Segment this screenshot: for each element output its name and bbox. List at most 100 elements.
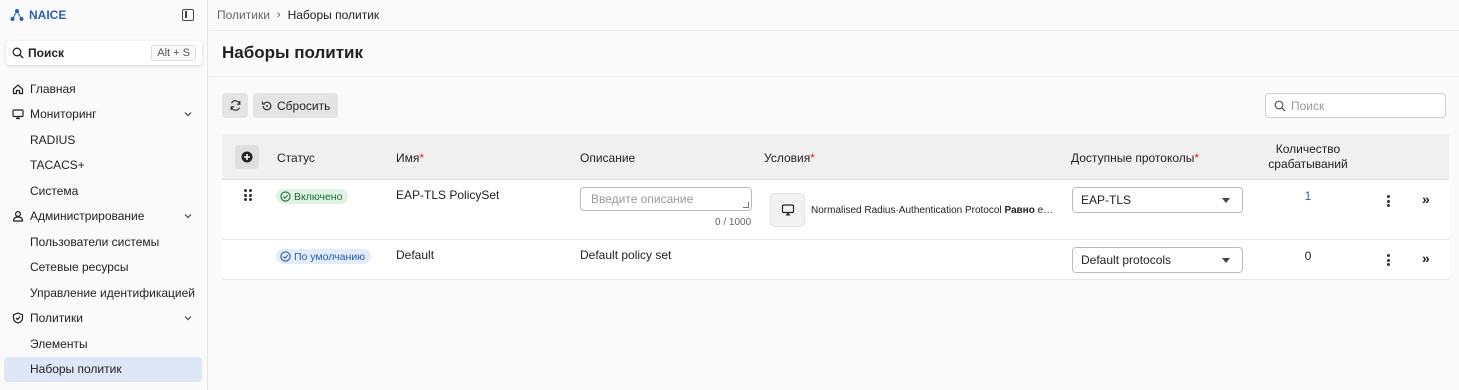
policy-set-name: EAP-TLS PolicySet [396,188,500,202]
check-circle-icon [280,251,291,262]
sidebar-item-label: Администрирование [30,209,145,224]
status-badge: Включено [276,189,349,204]
airplay-icon [781,204,794,216]
sidebar-item-network-resources[interactable]: Сетевые ресурсы [0,255,208,281]
column-header-hit-count: Количество срабатываний [1258,142,1358,172]
table-row[interactable]: Включено EAP-TLS PolicySet 0 / 1000 Norm… [222,180,1449,240]
sidebar-item-administration[interactable]: Администрирование [0,204,208,230]
expand-row-icon[interactable]: » [1422,250,1430,266]
sidebar-item-monitoring[interactable]: Мониторинг [0,102,208,128]
protocol-select[interactable]: EAP-TLS [1072,187,1243,213]
status-badge-label: Включено [294,190,343,203]
search-icon [12,47,24,59]
search-icon [1274,100,1286,111]
description-char-counter: 0 / 1000 [715,217,752,228]
condition-operator: Равно [1004,205,1035,216]
protocol-select[interactable]: Default protocols [1072,247,1243,273]
check-circle-icon [280,191,291,202]
sidebar-item-elements[interactable]: Элементы [0,331,208,357]
hit-count: 0 [1304,249,1312,263]
search-label: Поиск [28,46,65,60]
sidebar-item-label: Политики [30,311,83,326]
column-header-label: Доступные протоколы [1071,151,1195,165]
add-policy-set-button[interactable] [235,145,259,169]
dropdown-arrow-icon [1222,258,1230,263]
condition-value: e… [1037,205,1054,216]
sidebar-item-label: TACACS+ [30,158,85,173]
policy-sets-table: Статус Имя* Описание Условия* Доступные … [222,134,1449,280]
column-header-description: Описание [580,151,636,165]
condition-icon[interactable] [770,193,805,227]
sidebar-item-identity-management[interactable]: Управление идентификацией [0,280,208,306]
policy-set-name: Default [396,248,435,262]
table-search[interactable] [1265,93,1446,118]
sidebar-collapse-icon[interactable] [182,9,194,21]
breadcrumb: Политики › Наборы политик [209,0,1459,31]
column-header-protocols: Доступные протоколы* [1071,151,1199,165]
sidebar-item-system[interactable]: Система [0,178,208,204]
table-row[interactable]: По умолчанию Default Default policy set … [222,240,1449,280]
user-icon [12,211,24,222]
breadcrumb-current: Наборы политик [287,8,380,22]
search-shortcut: Alt + S [151,45,196,61]
description-field[interactable] [580,187,752,211]
sidebar-item-label: Главная [30,81,76,96]
required-mark: * [419,151,425,165]
sidebar-item-policies[interactable]: Политики [0,306,208,332]
sidebar-item-label: RADIUS [30,132,76,147]
refresh-icon [230,100,240,111]
column-header-status: Статус [277,151,315,165]
sidebar: NAICE Поиск Alt + S Главная Мониторинг R… [0,0,208,390]
refresh-button[interactable] [222,93,248,118]
reset-icon [261,101,272,110]
shield-icon [12,312,24,324]
breadcrumb-link-policies[interactable]: Политики [217,8,270,22]
expand-row-icon[interactable]: » [1422,191,1430,207]
condition-summary[interactable]: Normalised Radius·Authentication Protoco… [811,205,1056,216]
brand-name: NAICE [29,8,67,22]
dropdown-arrow-icon [1222,198,1230,203]
title-divider [209,76,1459,77]
description-input[interactable] [581,188,751,210]
reset-button[interactable]: Сбросить [253,93,339,118]
resize-handle-icon[interactable] [743,202,749,208]
column-header-label: Количество [1275,142,1341,156]
reset-button-label: Сбросить [277,98,331,113]
table-header: Статус Имя* Описание Условия* Доступные … [222,134,1449,180]
monitor-icon [12,109,24,120]
policy-set-description: Default policy set [580,248,672,262]
sidebar-item-tacacs[interactable]: TACACS+ [0,153,208,179]
column-header-name: Имя* [396,151,424,165]
column-header-label: Условия [764,151,811,165]
drag-handle-icon[interactable] [244,189,252,201]
more-actions-icon[interactable] [1387,195,1391,207]
protocol-select-value: EAP-TLS [1081,193,1132,207]
hit-count-link[interactable]: 1 [1258,189,1358,203]
sidebar-item-policy-sets[interactable]: Наборы политик [4,356,202,382]
chevron-down-icon [184,315,192,320]
sidebar-search[interactable]: Поиск Alt + S [6,41,202,65]
sidebar-item-label: Управление идентификацией [30,285,195,300]
table-search-input[interactable] [1291,98,1431,113]
brand-logo[interactable]: NAICE [10,8,66,22]
required-mark: * [1194,151,1200,165]
sidebar-item-home[interactable]: Главная [0,76,208,102]
status-badge-label: По умолчанию [294,250,366,263]
column-header-label: Имя [396,151,420,165]
sidebar-item-radius[interactable]: RADIUS [0,127,208,153]
more-actions-icon[interactable] [1387,254,1391,266]
chevron-down-icon [184,213,192,218]
sidebar-item-system-users[interactable]: Пользователи системы [0,229,208,255]
sidebar-item-label: Мониторинг [30,107,97,122]
sidebar-item-label: Элементы [30,336,88,351]
plus-circle-icon [241,151,253,163]
status-badge: По умолчанию [276,249,372,264]
condition-attribute: Normalised Radius·Authentication Protoco… [811,205,1002,216]
sidebar-item-label: Наборы политик [30,362,122,377]
column-header-conditions: Условия* [764,151,815,165]
logo-icon [10,9,24,21]
page-title: Наборы политик [222,43,364,62]
sidebar-nav: Главная Мониторинг RADIUS TACACS+ Систем… [0,76,208,382]
sidebar-item-label: Система [30,183,79,198]
sidebar-item-label: Сетевые ресурсы [30,260,129,275]
